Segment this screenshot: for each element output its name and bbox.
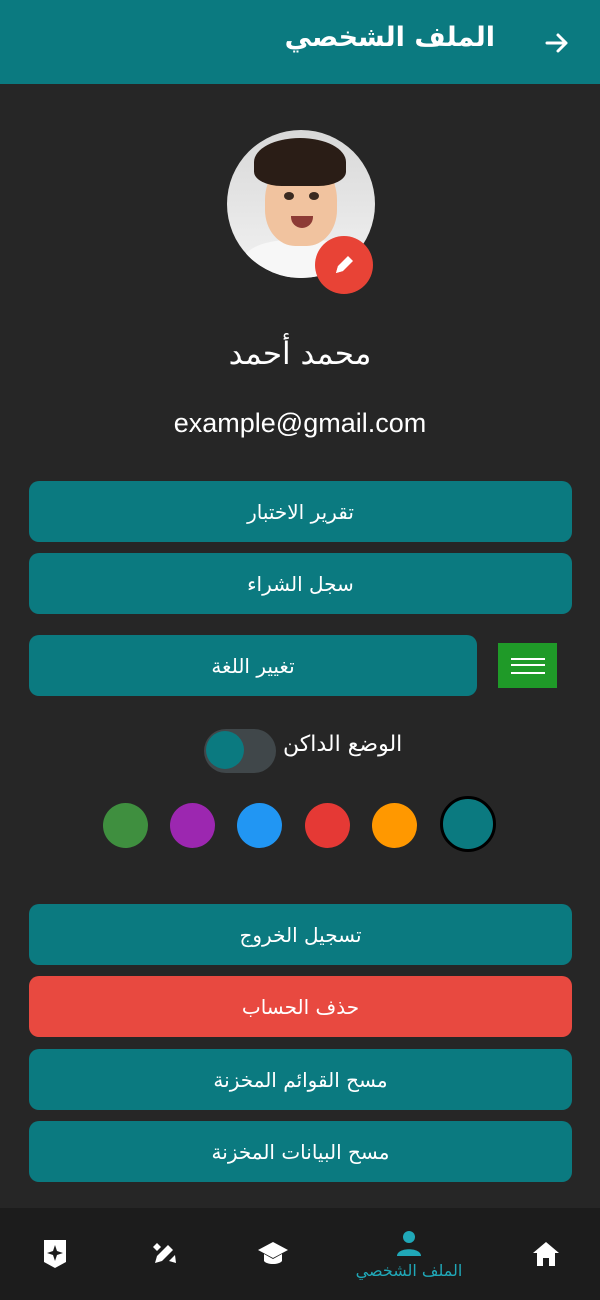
nav-pen[interactable] bbox=[138, 1208, 190, 1300]
clear-stored-data-button[interactable]: مسح البيانات المخزنة bbox=[29, 1121, 572, 1182]
nav-ai[interactable] bbox=[28, 1208, 82, 1300]
saudi-flag-icon[interactable] bbox=[498, 643, 557, 688]
theme-color-blue[interactable] bbox=[237, 803, 282, 848]
back-arrow-icon[interactable] bbox=[538, 24, 576, 62]
app-header: الملف الشخصي bbox=[0, 0, 600, 84]
delete-account-button[interactable]: حذف الحساب bbox=[29, 976, 572, 1037]
page-title: الملف الشخصي bbox=[284, 22, 495, 53]
nav-courses[interactable] bbox=[244, 1208, 302, 1300]
profile-icon bbox=[397, 1230, 421, 1256]
theme-color-red[interactable] bbox=[305, 803, 350, 848]
pencil-icon bbox=[336, 256, 353, 273]
nav-profile[interactable]: الملف الشخصي bbox=[334, 1208, 484, 1300]
test-report-button[interactable]: تقرير الاختبار bbox=[29, 481, 572, 542]
theme-color-green[interactable] bbox=[103, 803, 148, 848]
sparkle-icon bbox=[44, 1240, 66, 1268]
bottom-navigation: الملف الشخصي bbox=[0, 1208, 600, 1300]
dark-mode-row: الوضع الداكن bbox=[0, 720, 600, 776]
theme-color-purple[interactable] bbox=[170, 803, 215, 848]
profile-screen: الملف الشخصي محمد أحمد example@gmail.com… bbox=[0, 0, 600, 1300]
clear-stored-lists-button[interactable]: مسح القوائم المخزنة bbox=[29, 1049, 572, 1110]
user-email: example@gmail.com bbox=[173, 408, 427, 438]
theme-color-orange[interactable] bbox=[372, 803, 417, 848]
home-icon bbox=[533, 1242, 559, 1266]
change-language-button[interactable]: تغيير اللغة bbox=[29, 635, 477, 696]
purchase-history-button[interactable]: سجل الشراء bbox=[29, 553, 572, 614]
edit-avatar-button[interactable] bbox=[315, 236, 373, 294]
user-name: محمد أحمد bbox=[228, 336, 372, 372]
logout-button[interactable]: تسجيل الخروج bbox=[29, 904, 572, 965]
nav-home[interactable] bbox=[509, 1208, 583, 1300]
pen-icon bbox=[153, 1243, 176, 1263]
theme-color-teal[interactable] bbox=[440, 796, 496, 852]
avatar-container bbox=[227, 130, 377, 294]
nav-profile-label: الملف الشخصي bbox=[355, 1260, 463, 1280]
dark-mode-label: الوضع الداكن bbox=[283, 732, 403, 757]
dark-mode-toggle[interactable] bbox=[200, 724, 278, 773]
graduation-cap-icon bbox=[258, 1242, 288, 1264]
